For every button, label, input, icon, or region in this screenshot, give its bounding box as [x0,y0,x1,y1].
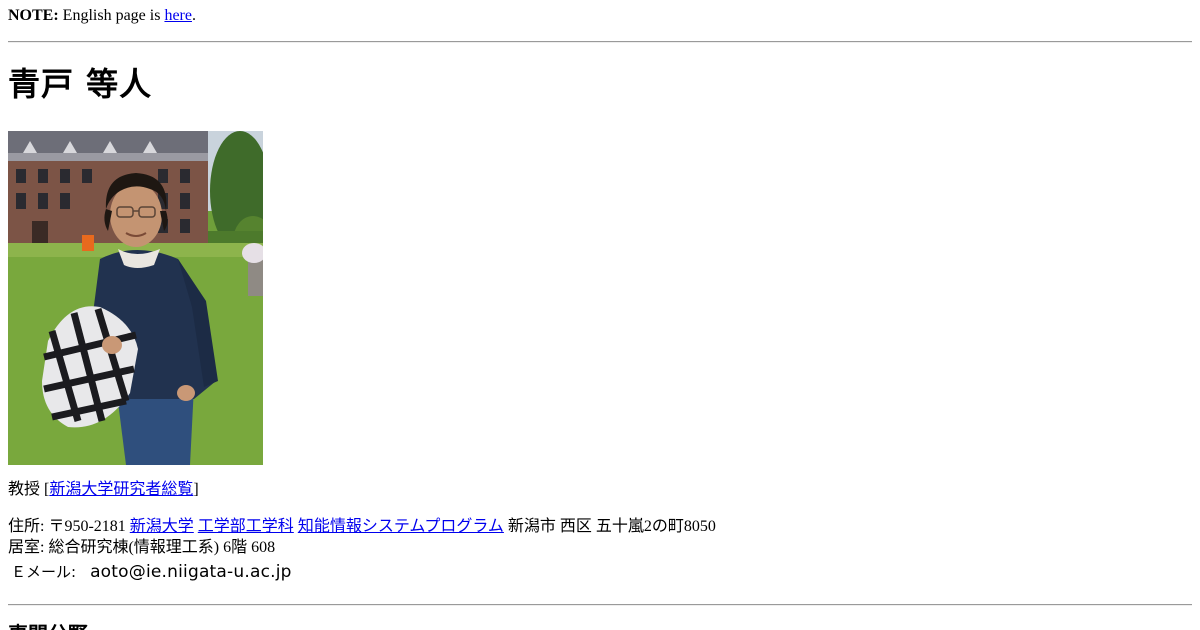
faculty-link[interactable]: 工学部工学科 [198,518,294,535]
position-line: 教授 [新潟大学研究者総覧] [8,480,199,500]
note-label: NOTE: [8,7,59,24]
program-link[interactable]: 知能情報システムプログラム [298,518,504,535]
address-line: 住所: 〒950-2181 新潟大学 工学部工学科 知能情報システムプログラム … [8,517,716,537]
horizontal-rule-top [8,41,1192,43]
profile-photo [8,131,263,465]
note-period: . [191,7,196,24]
page-title: 青戸 等人 [8,65,153,103]
email-address-image: aoto@ie.niigata-u.ac.jp [90,562,292,583]
note-line: NOTE: English page is here. [8,7,196,25]
email-line: Ｅメール: aoto@ie.niigata-u.ac.jp [8,562,292,582]
researcher-directory-link[interactable]: 新潟大学研究者総覧 [49,481,193,498]
english-page-link[interactable]: here [164,7,192,24]
address-label: 住所: 〒950-2181 [8,518,126,535]
room-text: 居室: 総合研究棟(情報理工系) 6階 608 [8,539,276,556]
position-title: 教授 [8,481,41,498]
horizontal-rule-bottom [8,604,1192,606]
street-address: 新潟市 西区 五十嵐2の町8050 [507,518,716,535]
bracket-close: ] [193,481,199,498]
room-line: 居室: 総合研究棟(情報理工系) 6階 608 [8,538,275,558]
university-link[interactable]: 新潟大学 [130,518,194,535]
email-label: Ｅメール: [11,563,77,582]
section-heading-research-field: 専門分野 [8,622,88,630]
note-text: English page is [62,7,161,24]
